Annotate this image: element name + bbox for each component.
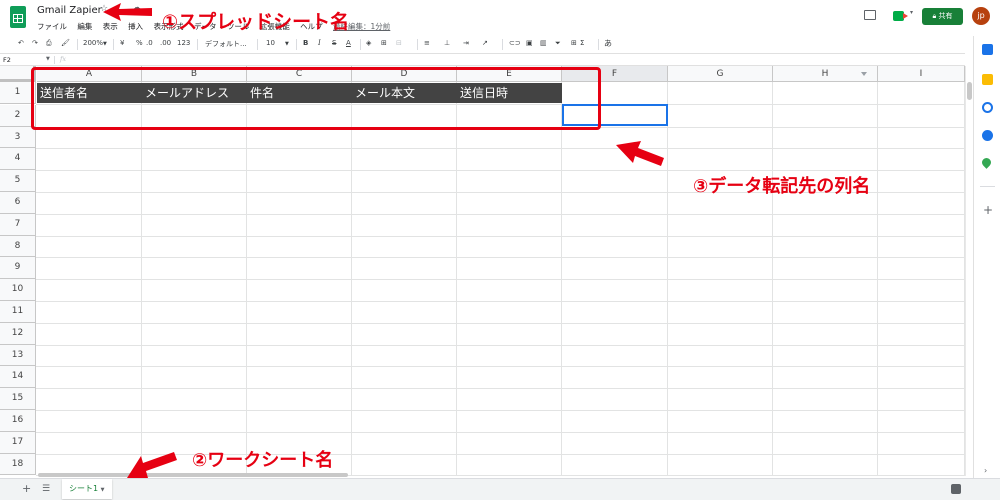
row-header-8[interactable]: 8 [0,235,36,258]
cloud-status-icon[interactable]: ☁ [132,3,141,13]
column-menu-chevron-down-icon[interactable] [861,72,867,76]
insert-chart-icon[interactable]: ▥ [540,39,547,47]
vertical-scrollbar-thumb[interactable] [967,82,972,100]
row-header-17[interactable]: 17 [0,431,36,454]
borders-icon[interactable]: ⊞ [381,39,387,47]
vertical-scrollbar[interactable] [965,66,973,476]
avatar[interactable]: jp [972,7,990,25]
currency-format-button[interactable]: ¥ [120,39,124,47]
row-header-6[interactable]: 6 [0,192,36,214]
all-sheets-menu-icon[interactable]: ☰ [42,483,50,495]
font-select[interactable]: デフォルト... [205,39,247,49]
zoom-select[interactable]: 200% [83,39,103,47]
print-icon[interactable]: ⎙ [46,39,52,48]
comment-history-icon[interactable] [864,10,876,20]
annotation-spreadsheet-name: ①スプレッドシート名 [162,11,350,33]
increase-decimal-button[interactable]: .00 [160,39,171,47]
contacts-icon[interactable] [982,130,993,141]
sheet-tab-1[interactable]: シート1 ▼ [62,479,112,499]
fill-color-icon[interactable]: ◈ [366,39,371,47]
row-header-15[interactable]: 15 [0,388,36,410]
row-header-4[interactable]: 4 [0,148,36,171]
name-box[interactable]: F2 [3,56,11,64]
insert-link-icon[interactable]: ⊂⊃ [509,39,521,47]
bold-button[interactable]: B [303,39,308,47]
font-size-select[interactable]: 10 [266,39,275,47]
row-header-7[interactable]: 7 [0,213,36,236]
horizontal-scrollbar-thumb[interactable] [38,473,348,477]
star-icon[interactable]: ☆ [100,4,108,14]
name-box-chevron-down-icon[interactable]: ▼ [46,56,50,62]
menu-edit[interactable]: 編集 [77,22,92,31]
zoom-chevron-down-icon[interactable]: ▼ [103,41,107,47]
get-addons-plus-icon[interactable]: + [983,203,993,217]
vertical-align-icon[interactable]: ⊥ [444,39,450,47]
keep-icon[interactable] [982,74,993,85]
share-label: 共有 [938,12,953,20]
annotation-worksheet-name: ②ワークシート名 [192,450,334,471]
menu-view[interactable]: 表示 [103,22,118,31]
share-button[interactable]: 🔒︎ 共有 [922,8,963,25]
title-bar: Gmail Zapier ☆ ☁ ファイル 編集 表示 挿入 表示形式 データ … [0,0,1000,36]
annotation-column-box [31,67,601,130]
row-header-3[interactable]: 3 [0,126,36,149]
strikethrough-button[interactable]: S [332,39,336,47]
row-header-16[interactable]: 16 [0,410,36,432]
sheet-tab-chevron-down-icon[interactable]: ▼ [101,487,105,493]
insert-comment-icon[interactable]: ▣ [526,39,533,47]
horizontal-align-icon[interactable]: ≡ [424,39,430,47]
hide-side-panel-chevron-icon[interactable]: › [984,466,987,475]
redo-icon[interactable]: ↷ [32,39,38,47]
side-panel: + › [973,36,1000,478]
percent-format-button[interactable]: % [136,39,143,47]
explore-icon[interactable] [951,484,961,494]
decrease-decimal-button[interactable]: .0 [146,39,153,47]
row-header-12[interactable]: 12 [0,322,36,345]
more-formats-button[interactable]: 123 [177,39,190,47]
row-header-18[interactable]: 18 [0,453,36,476]
row-header-10[interactable]: 10 [0,279,36,301]
add-sheet-button[interactable]: + [22,483,31,495]
sheet-tab-bar: + ☰ シート1 ▼ [0,478,1000,500]
text-rotation-icon[interactable]: ↗ [482,39,488,47]
row-header-11[interactable]: 11 [0,301,36,323]
row-header-9[interactable]: 9 [0,257,36,280]
input-tools-button[interactable]: あ [604,38,612,49]
text-wrap-icon[interactable]: ⇥ [463,39,469,47]
maps-icon[interactable] [980,156,993,169]
filter-icon[interactable]: ⏷ [555,39,561,48]
row-header-13[interactable]: 13 [0,344,36,367]
formula-input[interactable] [76,56,956,65]
undo-icon[interactable]: ↶ [18,39,24,47]
toolbar: ↶ ↷ ⎙ 🖌︎ 200% ▼ ¥ % .0 .00 123 デフォルト... … [0,36,965,53]
fx-icon: fx [60,55,67,63]
filter-views-icon[interactable]: ⊞ [571,39,577,47]
sheets-logo-icon[interactable] [10,6,26,28]
text-color-button[interactable]: A [346,39,351,47]
menu-insert[interactable]: 挿入 [128,22,143,31]
sheet-tab-label: シート1 [69,484,99,493]
formula-bar: F2 ▼ fx [0,53,965,66]
menu-file[interactable]: ファイル [37,22,67,31]
document-title[interactable]: Gmail Zapier [37,5,102,16]
annotation-column-names: ③データ転記先の列名 [693,176,871,197]
column-header-I[interactable]: I [878,66,965,82]
meet-chevron-down-icon[interactable]: ▾ [910,9,913,16]
merge-cells-icon[interactable]: ⊟ [396,39,402,47]
functions-button[interactable]: Σ [580,39,584,47]
lock-icon: 🔒︎ [932,12,937,20]
column-header-G[interactable]: G [668,66,773,82]
meet-icon[interactable] [893,11,908,21]
tasks-icon[interactable] [982,102,993,113]
paint-format-icon[interactable]: 🖌︎ [61,39,70,47]
italic-button[interactable]: I [318,39,321,47]
font-size-chevron-down-icon[interactable]: ▼ [285,41,289,47]
calendar-icon[interactable] [982,44,993,55]
row-header-5[interactable]: 5 [0,170,36,192]
row-header-14[interactable]: 14 [0,366,36,389]
